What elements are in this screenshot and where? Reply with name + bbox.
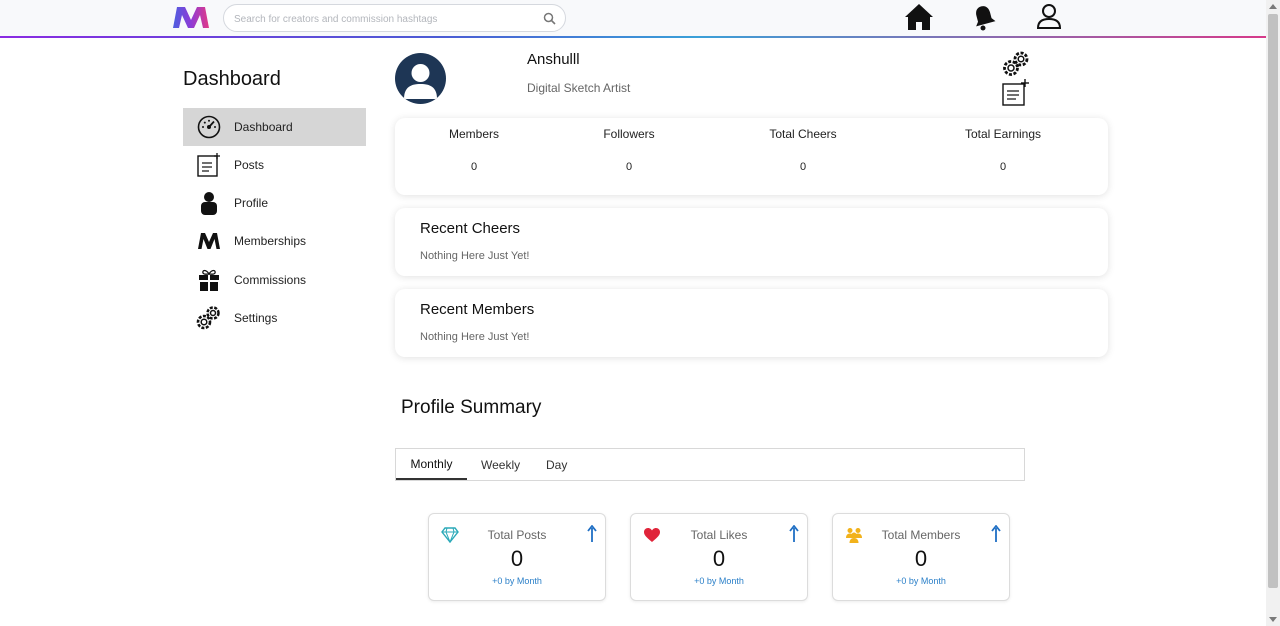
recent-cheers-card: Recent Cheers Nothing Here Just Yet! xyxy=(395,208,1108,276)
section-title: Profile Summary xyxy=(401,397,542,418)
metric-card-total-likes: Total Likes 0 +0 by Month xyxy=(630,513,808,601)
scroll-up-arrow-icon[interactable] xyxy=(1269,4,1277,9)
stats-card: Members 0 Followers 0 Total Cheers 0 Tot… xyxy=(395,118,1108,195)
search-input[interactable] xyxy=(234,10,534,28)
sidebar-item-label: Memberships xyxy=(234,234,307,248)
stat-value: 0 xyxy=(999,161,1007,173)
metric-value: 0 xyxy=(510,546,524,571)
card-title: Recent Cheers xyxy=(420,220,521,237)
sidebar-title: Dashboard xyxy=(183,68,281,90)
sidebar-item-profile[interactable]: Profile xyxy=(183,184,366,222)
metric-delta: +0 by Month xyxy=(492,576,542,586)
stat-label: Total Cheers xyxy=(769,127,837,141)
metric-delta: +0 by Month xyxy=(896,576,946,586)
gift-icon xyxy=(196,267,222,293)
tab-day[interactable]: Day xyxy=(546,449,567,480)
home-icon[interactable] xyxy=(904,2,934,32)
tab-weekly[interactable]: Weekly xyxy=(481,449,520,480)
m-logo-icon xyxy=(196,228,222,254)
user-icon[interactable] xyxy=(1034,2,1064,32)
sidebar-item-posts[interactable]: Posts xyxy=(183,146,366,184)
stat-value: 0 xyxy=(799,161,807,173)
new-post-icon[interactable] xyxy=(1001,78,1031,106)
summary-tabs: Monthly Weekly Day xyxy=(395,448,1025,481)
navbar-gradient-divider xyxy=(0,36,1266,38)
sidebar-item-label: Dashboard xyxy=(234,120,293,134)
arrow-up-icon xyxy=(789,525,799,542)
stat-label: Total Earnings xyxy=(964,127,1042,141)
arrow-up-icon xyxy=(991,525,1001,542)
stat-value: 0 xyxy=(625,161,633,173)
sidebar-item-memberships[interactable]: Memberships xyxy=(183,222,366,260)
metric-card-total-posts: Total Posts 0 +0 by Month xyxy=(428,513,606,601)
metric-label: Total Members xyxy=(881,528,961,542)
sidebar-item-label: Settings xyxy=(234,311,278,325)
recent-members-card: Recent Members Nothing Here Just Yet! xyxy=(395,289,1108,357)
sidebar-item-label: Profile xyxy=(234,196,269,210)
empty-state-text: Nothing Here Just Yet! xyxy=(420,331,530,343)
metric-delta: +0 by Month xyxy=(694,576,744,586)
page-scrollbar[interactable] xyxy=(1266,0,1280,626)
metric-value: 0 xyxy=(914,546,928,571)
empty-state-text: Nothing Here Just Yet! xyxy=(420,250,530,262)
sidebar-item-dashboard[interactable]: Dashboard xyxy=(183,108,366,146)
metric-card-total-members: Total Members 0 +0 by Month xyxy=(832,513,1010,601)
profile-role: Digital Sketch Artist xyxy=(527,81,631,95)
tab-monthly[interactable]: Monthly xyxy=(396,449,467,480)
speedometer-icon xyxy=(196,114,222,140)
profile-name: Anshulll xyxy=(527,51,580,68)
avatar[interactable] xyxy=(395,53,446,104)
scroll-thumb[interactable] xyxy=(1268,14,1278,588)
sidebar-item-label: Commissions xyxy=(234,273,307,287)
search-bar xyxy=(223,4,566,32)
gears-icon xyxy=(196,305,222,331)
person-avatar-icon xyxy=(404,64,437,99)
sidebar-item-settings[interactable]: Settings xyxy=(183,299,366,337)
metric-label: Total Posts xyxy=(487,528,547,542)
logo-icon[interactable] xyxy=(170,3,212,31)
top-navbar xyxy=(0,0,1266,36)
sidebar-item-label: Posts xyxy=(234,158,265,172)
person-icon xyxy=(196,190,222,216)
arrow-up-icon xyxy=(587,525,597,542)
new-post-icon xyxy=(196,152,222,178)
scroll-down-arrow-icon[interactable] xyxy=(1269,617,1277,622)
metric-value: 0 xyxy=(712,546,726,571)
stat-label: Members xyxy=(448,127,499,141)
sidebar-item-commissions[interactable]: Commissions xyxy=(183,261,366,299)
settings-gears-icon[interactable] xyxy=(1001,50,1031,77)
search-icon[interactable] xyxy=(543,12,556,25)
metric-label: Total Likes xyxy=(690,528,748,542)
card-title: Recent Members xyxy=(420,301,535,318)
bell-icon[interactable] xyxy=(969,2,999,32)
stat-value: 0 xyxy=(470,161,478,173)
stat-label: Followers xyxy=(603,127,655,141)
